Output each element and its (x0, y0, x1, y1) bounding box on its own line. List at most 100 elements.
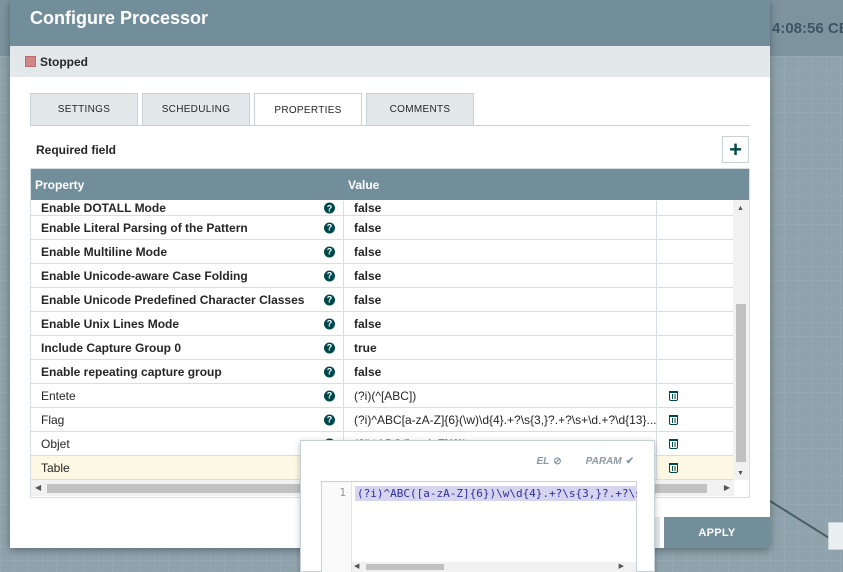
code-line[interactable]: (?i)^ABC([a-zA-Z]{6})\w\d{4}.+?\s{3,}?.+… (355, 486, 637, 501)
help-icon[interactable]: ? (324, 222, 335, 233)
editor-scroll-right-icon[interactable]: ▶ (619, 562, 624, 570)
not-supported-icon: ⊘ (553, 455, 562, 467)
property-name: Objet (41, 436, 70, 451)
tab-divider (30, 125, 750, 126)
table-row[interactable]: Enable DOTALL Mode? false (31, 200, 734, 216)
property-name-cell[interactable]: Entete? (31, 384, 344, 407)
row-actions-cell (657, 384, 734, 407)
dialog-title: Configure Processor (30, 8, 209, 28)
table-row[interactable]: Include Capture Group 0? true (31, 336, 734, 360)
property-name: Enable Unicode Predefined Character Clas… (41, 292, 305, 307)
delete-icon[interactable] (669, 390, 678, 401)
property-value-cell[interactable]: (?i)(^[ABC]) (344, 384, 657, 407)
tab-comments[interactable]: COMMENTS (366, 93, 474, 125)
help-icon[interactable]: ? (324, 342, 335, 353)
row-actions-cell (657, 360, 734, 383)
row-actions-cell (657, 456, 734, 479)
property-value-cell[interactable]: false (344, 216, 657, 239)
checkmark-icon: ✔ (625, 455, 634, 467)
tab-scheduling[interactable]: SCHEDULING (142, 93, 250, 125)
delete-icon[interactable] (669, 414, 678, 425)
table-row[interactable]: Entete? (?i)(^[ABC]) (31, 384, 734, 408)
add-property-button[interactable]: + (722, 136, 749, 163)
property-name-cell[interactable]: Table? (31, 456, 344, 479)
scroll-right-icon[interactable]: ▶ (724, 483, 730, 492)
property-name: Flag (41, 412, 65, 427)
property-value-cell[interactable]: false (344, 360, 657, 383)
table-row[interactable]: Enable Unicode Predefined Character Clas… (31, 288, 734, 312)
property-value-cell[interactable]: false (344, 201, 657, 215)
help-icon[interactable]: ? (324, 202, 335, 214)
editor-scroll-thumb[interactable] (366, 564, 444, 570)
help-icon[interactable]: ? (324, 390, 335, 401)
property-value-cell[interactable]: false (344, 264, 657, 287)
property-value-cell[interactable]: false (344, 312, 657, 335)
property-name: Enable Literal Parsing of the Pattern (41, 220, 248, 235)
scroll-up-icon[interactable]: ▲ (737, 205, 744, 212)
property-name-cell[interactable]: Enable DOTALL Mode? (31, 201, 344, 215)
table-row[interactable]: Flag? (?i)^ABC[a-zA-Z]{6}(\w)\d{4}.+?\s{3… (31, 408, 734, 432)
help-icon[interactable]: ? (324, 414, 335, 425)
delete-icon[interactable] (669, 462, 678, 473)
property-value-cell[interactable]: true (344, 336, 657, 359)
property-name-cell[interactable]: Enable Multiline Mode? (31, 240, 344, 263)
tab-properties[interactable]: PROPERTIES (254, 93, 362, 126)
clock-text: 4:08:56 CE (772, 20, 843, 37)
table-row[interactable]: Enable Multiline Mode? false (31, 240, 734, 264)
property-name: Table (41, 460, 70, 475)
property-value-cell[interactable]: false (344, 240, 657, 263)
table-row[interactable]: Enable Literal Parsing of the Pattern? fa… (31, 216, 734, 240)
property-name: Entete (41, 388, 76, 403)
property-value-cell[interactable]: (?i)^ABC[a-zA-Z]{6}(\w)\d{4}.+?\s{3,}?.+… (344, 408, 657, 431)
tab-settings[interactable]: SETTINGS (30, 93, 138, 125)
property-name: Enable Unix Lines Mode (41, 316, 180, 331)
property-name-cell[interactable]: Enable Literal Parsing of the Pattern? (31, 216, 344, 239)
editor-toolbar: EL ⊘ PARAM ✔ (301, 441, 654, 481)
scroll-down-icon[interactable]: ▼ (737, 470, 744, 477)
param-label: PARAM (585, 455, 622, 467)
help-icon[interactable]: ? (324, 318, 335, 329)
help-icon[interactable]: ? (324, 294, 335, 305)
table-header: Property Value (31, 169, 749, 200)
property-name-cell[interactable]: Enable Unicode Predefined Character Clas… (31, 288, 344, 311)
row-actions-cell (657, 240, 734, 263)
scroll-left-icon[interactable]: ◀ (35, 483, 41, 492)
row-actions-cell (657, 408, 734, 431)
vertical-scrollbar[interactable]: ▲ ▼ (733, 200, 749, 480)
property-name-cell[interactable]: Enable repeating capture group? (31, 360, 344, 383)
el-label: EL (536, 455, 550, 467)
header-value[interactable]: Value (344, 178, 379, 192)
code-editor[interactable]: 1 (?i)^ABC([a-zA-Z]{6})\w\d{4}.+?\s{3,}?… (321, 481, 637, 572)
required-field-label: Required field (36, 143, 117, 157)
editor-scroll-left-icon[interactable]: ◀ (354, 562, 359, 570)
row-actions-cell (657, 312, 734, 335)
dialog-header: Configure Processor (10, 0, 770, 46)
table-body: Enable DOTALL Mode? false Enable Literal P… (31, 200, 734, 480)
property-name-cell[interactable]: Enable Unix Lines Mode? (31, 312, 344, 335)
apply-button[interactable]: APPLY (664, 517, 770, 548)
property-name: Enable Multiline Mode (41, 244, 168, 259)
vertical-scroll-thumb[interactable] (736, 304, 746, 462)
table-row[interactable]: Enable Unicode-aware Case Folding? false (31, 264, 734, 288)
tab-bar: SETTINGS SCHEDULING PROPERTIES COMMENTS (30, 93, 478, 126)
property-name-cell[interactable]: Enable Unicode-aware Case Folding? (31, 264, 344, 287)
line-number-gutter: 1 (322, 482, 352, 572)
row-actions-cell (657, 216, 734, 239)
canvas-component[interactable] (828, 522, 843, 550)
property-name-cell[interactable]: Include Capture Group 0? (31, 336, 344, 359)
value-editor-popup: EL ⊘ PARAM ✔ 1 (?i)^ABC([a-zA-Z]{6})\w\d… (300, 440, 655, 572)
property-value-cell[interactable]: false (344, 288, 657, 311)
property-name-cell[interactable]: Objet? (31, 432, 344, 455)
help-icon[interactable]: ? (324, 270, 335, 281)
header-property[interactable]: Property (31, 178, 344, 192)
plus-icon: + (729, 136, 742, 162)
help-icon[interactable]: ? (324, 246, 335, 257)
table-row[interactable]: Enable repeating capture group? false (31, 360, 734, 384)
row-actions-cell (657, 288, 734, 311)
delete-icon[interactable] (669, 438, 678, 449)
property-name-cell[interactable]: Flag? (31, 408, 344, 431)
help-icon[interactable]: ? (324, 366, 335, 377)
editor-horizontal-scrollbar[interactable]: ◀ ▶ (352, 562, 636, 572)
stopped-icon (25, 56, 36, 67)
table-row[interactable]: Enable Unix Lines Mode? false (31, 312, 734, 336)
